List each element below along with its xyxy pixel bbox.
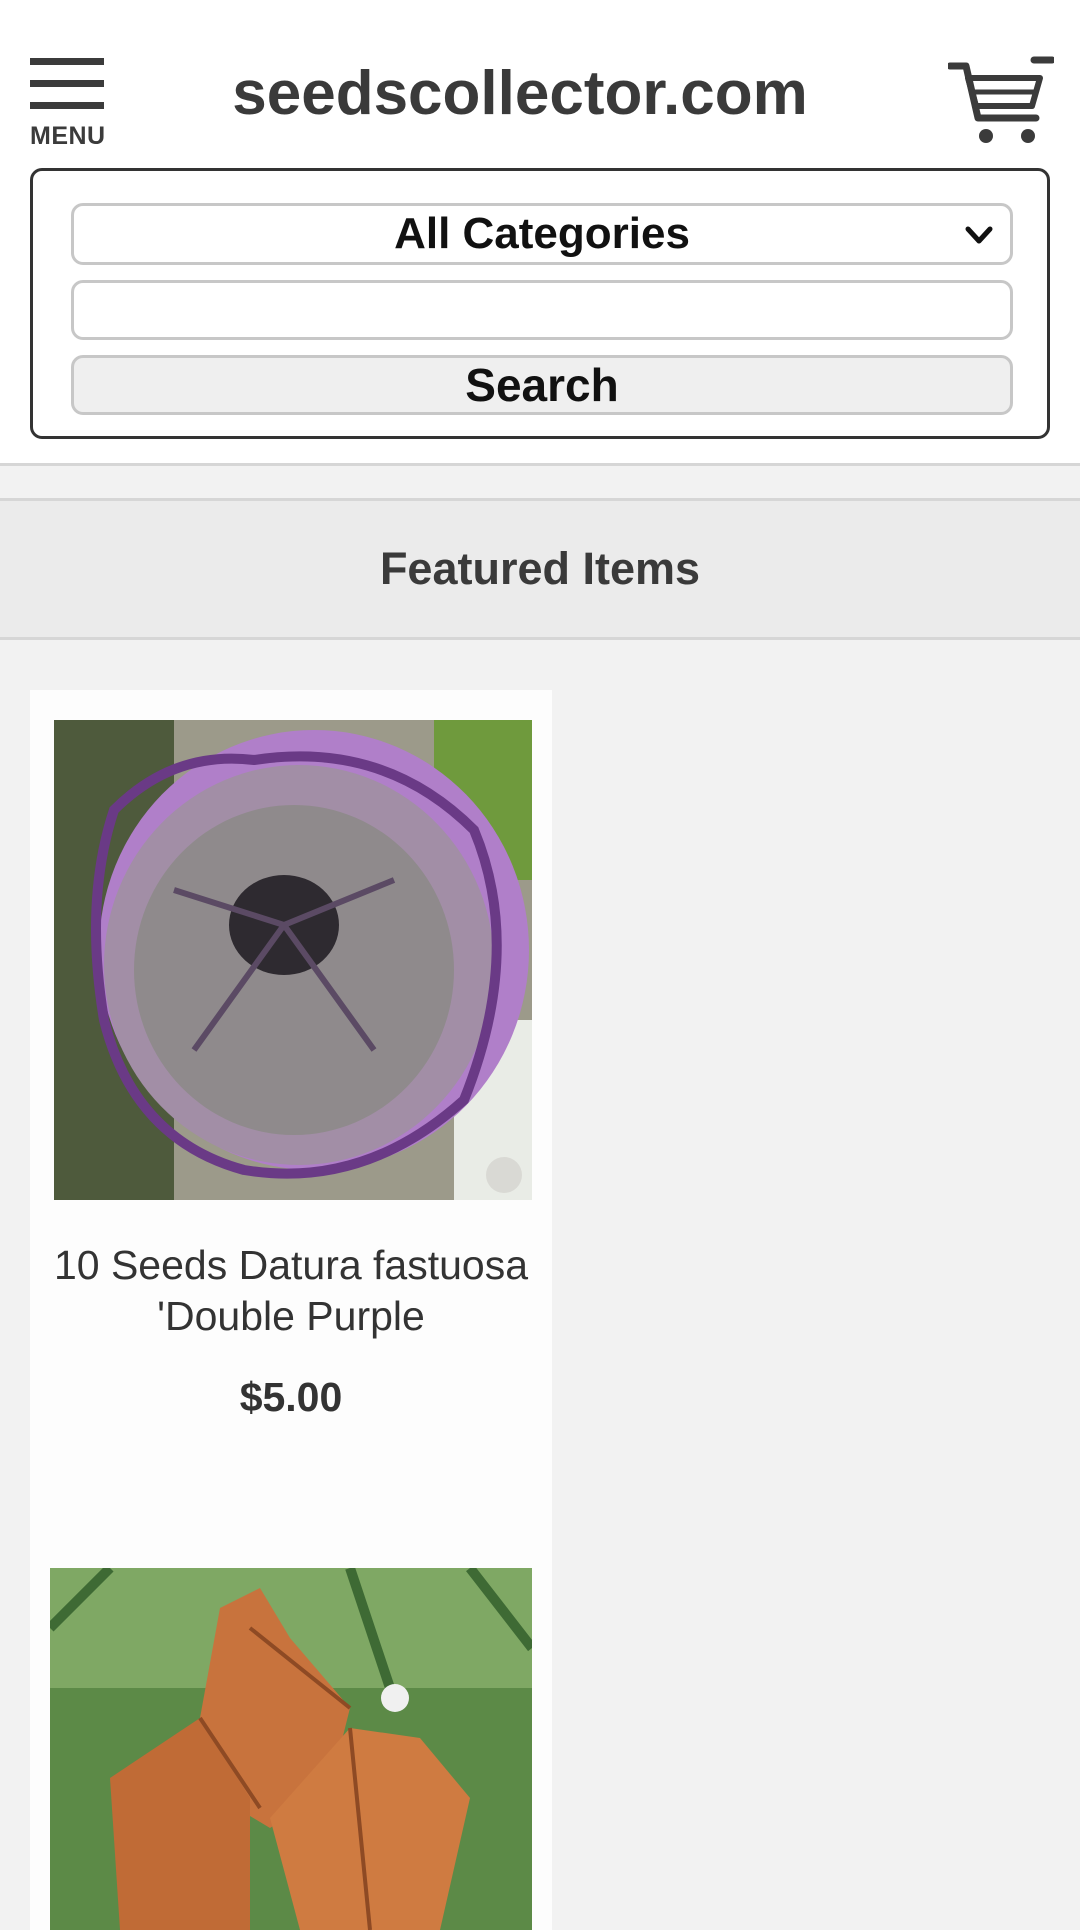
product-name[interactable]: 10 Seeds Datura fastuosa 'Double Purple (30, 1240, 552, 1342)
category-select-value: All Categories (394, 209, 690, 258)
category-select[interactable]: All Categories (71, 203, 1013, 265)
shopping-cart-icon (946, 56, 1056, 143)
hamburger-icon-bar (30, 80, 104, 87)
site-title[interactable]: seedscollector.com (180, 58, 860, 129)
menu-button[interactable]: MENU (28, 58, 108, 150)
product-card[interactable]: 10 Seeds Datura fastuosa 'Double Purple … (30, 690, 552, 1930)
search-button[interactable]: Search (71, 355, 1013, 415)
featured-items-header: Featured Items (0, 498, 1080, 640)
search-panel: All Categories Search (30, 168, 1050, 439)
chevron-down-icon (965, 226, 993, 244)
hamburger-icon-bar (30, 58, 104, 65)
site-header: MENU seedscollector.com All Categories S… (0, 0, 1080, 466)
menu-label: MENU (30, 122, 106, 150)
hamburger-icon-bar (30, 102, 104, 109)
product-image[interactable] (54, 720, 532, 1200)
product-price: $5.00 (239, 1374, 343, 1420)
product-image[interactable] (50, 1568, 532, 1930)
search-input[interactable] (71, 280, 1013, 340)
cart-button[interactable] (946, 56, 1056, 146)
featured-items-title: Featured Items (379, 543, 701, 594)
